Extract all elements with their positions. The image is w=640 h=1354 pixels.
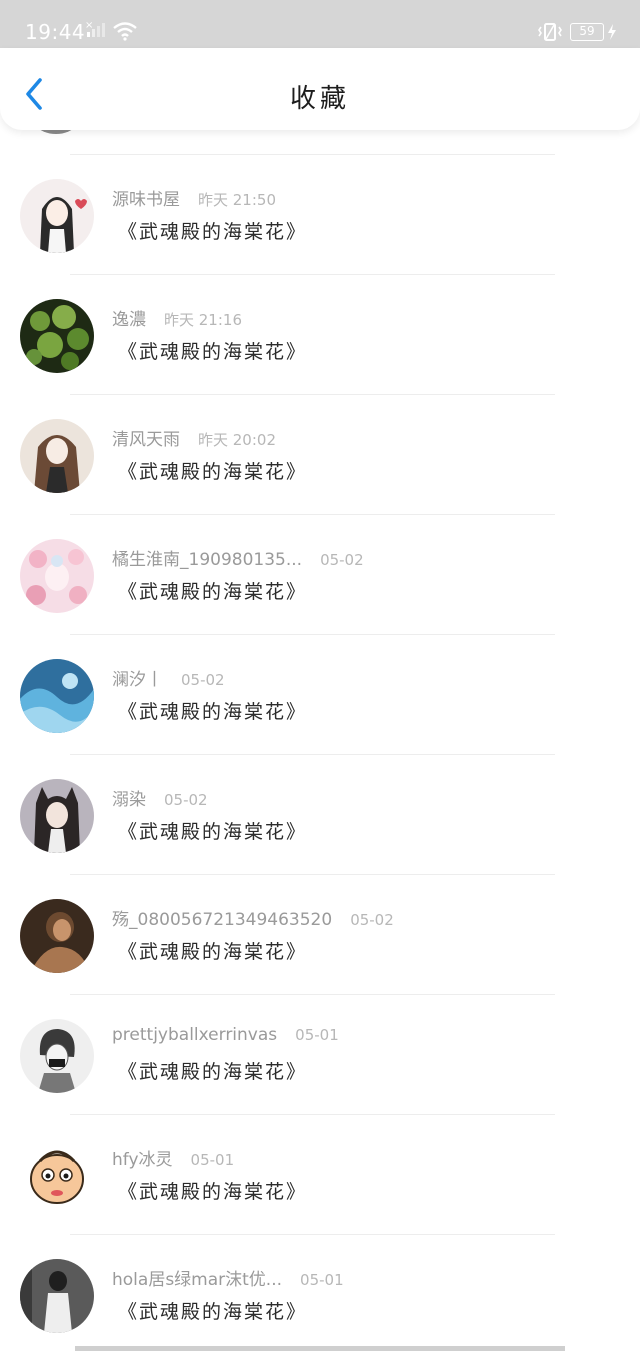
item-meta: 殇_080056721349463520 05-02 [112, 905, 394, 930]
avatar-image [20, 299, 94, 373]
item-content[interactable]: 《武魂殿的海棠花》 [118, 1177, 307, 1204]
favorites-list: 源味书屋 昨天 21:50 《武魂殿的海棠花》 逸濃 昨天 21:16 《武魂殿的海… [0, 90, 640, 1354]
item-content[interactable]: 《武魂殿的海棠花》 [118, 1297, 307, 1324]
avatar-image [20, 419, 94, 493]
item-content[interactable]: 《武魂殿的海棠花》 [118, 697, 307, 724]
avatar[interactable] [20, 179, 94, 253]
timestamp: 05-01 [190, 1151, 235, 1169]
item-content[interactable]: 《武魂殿的海棠花》 [118, 937, 307, 964]
header: 收藏 [0, 48, 640, 130]
list-item[interactable]: hola居s绿mar沫t优... 05-01 《武魂殿的海棠花》 [0, 1235, 640, 1354]
item-content[interactable]: 《武魂殿的海棠花》 [118, 457, 307, 484]
avatar-image [20, 659, 94, 733]
timestamp: 05-02 [320, 551, 364, 569]
item-meta: hola居s绿mar沫t优... 05-01 [112, 1265, 344, 1290]
charging-icon [608, 24, 616, 40]
vibrate-icon [538, 23, 562, 41]
timestamp: 昨天 21:50 [198, 191, 276, 209]
item-meta: 清风天雨 昨天 20:02 [112, 425, 276, 450]
avatar[interactable] [20, 1139, 94, 1213]
timestamp: 05-02 [164, 791, 208, 809]
timestamp: 05-02 [350, 911, 394, 929]
username[interactable]: hfy冰灵 [112, 1150, 173, 1170]
list-item-partial[interactable] [0, 90, 640, 154]
avatar-image [20, 899, 94, 973]
username[interactable]: prettjyballxerrinvas [112, 1025, 277, 1045]
username[interactable]: 清风天雨 [112, 430, 180, 450]
item-content[interactable]: 《武魂殿的海棠花》 [118, 337, 307, 364]
timestamp: 05-01 [295, 1026, 339, 1044]
list-item[interactable]: 逸濃 昨天 21:16 《武魂殿的海棠花》 [0, 275, 640, 394]
username[interactable]: 殇_080056721349463520 [112, 910, 332, 930]
username[interactable]: 澜汐丨 [112, 670, 163, 690]
timestamp: 05-01 [300, 1271, 344, 1289]
list-item[interactable]: prettjyballxerrinvas 05-01 《武魂殿的海棠花》 [0, 995, 640, 1114]
signal-icon: × [85, 20, 105, 37]
list-item[interactable]: 源味书屋 昨天 21:50 《武魂殿的海棠花》 [0, 155, 640, 274]
avatar[interactable] [20, 419, 94, 493]
avatar-image [20, 779, 94, 853]
avatar-image [20, 1139, 94, 1213]
username[interactable]: 橘生淮南_190980135... [112, 550, 302, 570]
avatar[interactable] [20, 299, 94, 373]
list-item[interactable]: 殇_080056721349463520 05-02 《武魂殿的海棠花》 [0, 875, 640, 994]
list-item[interactable]: hfy冰灵 05-01 《武魂殿的海棠花》 [0, 1115, 640, 1234]
username[interactable]: 源味书屋 [112, 190, 180, 210]
item-content[interactable]: 《武魂殿的海棠花》 [118, 217, 307, 244]
avatar-image [20, 1259, 94, 1333]
avatar[interactable] [20, 899, 94, 973]
item-meta: prettjyballxerrinvas 05-01 [112, 1025, 339, 1045]
avatar[interactable] [20, 659, 94, 733]
status-time: 19:44 [25, 20, 86, 44]
username[interactable]: 逸濃 [112, 310, 146, 330]
item-meta: 橘生淮南_190980135... 05-02 [112, 545, 364, 570]
username[interactable]: hola居s绿mar沫t优... [112, 1270, 282, 1290]
avatar-image [20, 539, 94, 613]
timestamp: 05-02 [181, 671, 225, 689]
status-bar: 19:44 × 59 [0, 0, 640, 48]
page-title: 收藏 [289, 84, 350, 114]
avatar[interactable] [20, 1259, 94, 1333]
avatar-image [20, 179, 94, 253]
list-item[interactable]: 溺染 05-02 《武魂殿的海棠花》 [0, 755, 640, 874]
item-meta: 溺染 05-02 [112, 785, 208, 810]
timestamp: 昨天 21:16 [164, 311, 242, 329]
item-content[interactable]: 《武魂殿的海棠花》 [118, 1057, 307, 1084]
avatar[interactable] [20, 1019, 94, 1093]
item-content[interactable]: 《武魂殿的海棠花》 [118, 817, 307, 844]
list-item[interactable]: 澜汐丨 05-02 《武魂殿的海棠花》 [0, 635, 640, 754]
bottom-bar [75, 1346, 565, 1351]
avatar[interactable] [20, 779, 94, 853]
avatar-image [20, 1019, 94, 1093]
item-meta: 源味书屋 昨天 21:50 [112, 185, 276, 210]
item-content[interactable]: 《武魂殿的海棠花》 [118, 577, 307, 604]
item-meta: 澜汐丨 05-02 [112, 665, 225, 690]
list-item[interactable]: 清风天雨 昨天 20:02 《武魂殿的海棠花》 [0, 395, 640, 514]
timestamp: 昨天 20:02 [198, 431, 276, 449]
avatar[interactable] [20, 539, 94, 613]
list-item[interactable]: 橘生淮南_190980135... 05-02 《武魂殿的海棠花》 [0, 515, 640, 634]
wifi-icon [113, 22, 137, 41]
battery-icon: 59 [570, 23, 604, 41]
item-meta: hfy冰灵 05-01 [112, 1145, 234, 1170]
item-meta: 逸濃 昨天 21:16 [112, 305, 242, 330]
username[interactable]: 溺染 [112, 790, 146, 810]
